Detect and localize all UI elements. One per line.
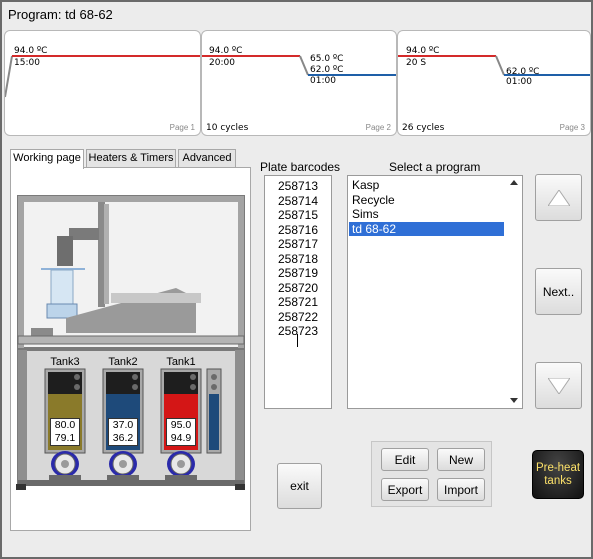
- tank-1-actual: 94.9: [170, 431, 192, 444]
- tank-2-readout: 37.0 36.2: [108, 418, 138, 446]
- profile-stage-2[interactable]: 94.0 ºC 20:00 65.0 ºC 62.0 ºC 01:00 10 c…: [201, 30, 397, 136]
- barcode-item[interactable]: 258719: [265, 266, 331, 281]
- barcode-item[interactable]: 258721: [265, 295, 331, 310]
- barcode-item[interactable]: 258718: [265, 252, 331, 267]
- edit-button[interactable]: Edit: [381, 448, 429, 471]
- tank-2-label: Tank2: [108, 356, 138, 368]
- export-button[interactable]: Export: [381, 478, 429, 501]
- tank-3-actual: 79.1: [54, 431, 76, 444]
- stage-1-page: Page 1: [169, 123, 195, 132]
- barcode-item[interactable]: 258723: [265, 324, 331, 339]
- preheat-tanks-button[interactable]: Pre-heat tanks: [532, 450, 584, 499]
- program-list-scrollbar[interactable]: [507, 177, 521, 407]
- arrow-down-icon: [547, 377, 570, 394]
- tank-2-actual: 36.2: [112, 431, 134, 444]
- tank-3-setpoint: 80.0: [54, 419, 76, 431]
- barcode-item[interactable]: 258717: [265, 237, 331, 252]
- new-button[interactable]: New: [437, 448, 485, 471]
- stage-3-time-denature: 20 S: [406, 58, 427, 68]
- program-item[interactable]: Kasp: [349, 178, 504, 193]
- tank-1-label: Tank1: [166, 356, 196, 368]
- preheat-label-line1: Pre-heat: [535, 461, 581, 474]
- stage-3-cycles: 26 cycles: [402, 123, 445, 133]
- stage-2-time-anneal: 01:00: [310, 76, 336, 86]
- working-page-panel: Tank3 Tank2 Tank1 80.0 79.1 37.0 36.2 95…: [10, 167, 251, 531]
- tab-working-page[interactable]: Working page: [10, 149, 84, 169]
- profile-stage-1[interactable]: 94.0 ºC 15:00 Page 1: [4, 30, 201, 136]
- scroll-down-icon[interactable]: [510, 398, 518, 403]
- barcodes-label: Plate barcodes: [260, 160, 341, 174]
- barcode-item[interactable]: 258715: [265, 208, 331, 223]
- stage-3-page: Page 3: [559, 123, 585, 132]
- tank-3-label: Tank3: [50, 356, 80, 368]
- program-item[interactable]: td 68-62: [349, 221, 504, 236]
- stage-1-temp: 94.0 ºC: [14, 46, 48, 56]
- stage-1-time: 15:00: [14, 58, 40, 68]
- barcodes-list[interactable]: 258713 258714 258715 258716 258717 258718 2587…: [264, 175, 332, 409]
- arrow-up-icon: [547, 189, 570, 206]
- program-item[interactable]: Sims: [349, 207, 504, 222]
- stage-3-temp-denature: 94.0 ºC: [406, 46, 440, 56]
- move-down-button[interactable]: [535, 362, 582, 409]
- tank-3-readout: 80.0 79.1: [50, 418, 80, 446]
- barcode-item[interactable]: 258714: [265, 194, 331, 209]
- stage-2-temp-end: 62.0 ºC: [310, 65, 344, 75]
- tab-advanced[interactable]: Advanced: [178, 149, 236, 168]
- next-button[interactable]: Next..: [535, 268, 582, 315]
- import-button[interactable]: Import: [437, 478, 485, 501]
- tank-1-setpoint: 95.0: [170, 419, 192, 431]
- tank-2-setpoint: 37.0: [112, 419, 134, 431]
- stage-2-time-denature: 20:00: [209, 58, 235, 68]
- scroll-up-icon[interactable]: [510, 180, 518, 185]
- barcode-item[interactable]: 258713: [265, 179, 331, 194]
- barcode-item[interactable]: 258716: [265, 223, 331, 238]
- stage-3-temp-anneal: 62.0 ºC: [506, 67, 540, 77]
- text-cursor: [297, 334, 298, 347]
- tab-heaters-timers[interactable]: Heaters & Timers: [86, 149, 176, 168]
- stage-2-cycles: 10 cycles: [206, 123, 249, 133]
- tank-1-readout: 95.0 94.9: [166, 418, 196, 446]
- programs-label: Select a program: [389, 160, 481, 174]
- move-up-button[interactable]: [535, 174, 582, 221]
- exit-button[interactable]: exit: [277, 463, 322, 509]
- machine-diagram: [16, 195, 245, 490]
- profile-stage-3[interactable]: 94.0 ºC 20 S 62.0 ºC 01:00 26 cycles Pag…: [397, 30, 591, 136]
- program-list[interactable]: Kasp Recycle Sims td 68-62: [347, 175, 523, 409]
- stage-3-time-anneal: 01:00: [506, 77, 532, 87]
- program-item[interactable]: Recycle: [349, 193, 504, 208]
- thermal-profile: 94.0 ºC 15:00 Page 1 94.0 ºC 20:00 65.0 …: [4, 30, 591, 136]
- stage-2-temp-denature: 94.0 ºC: [209, 46, 243, 56]
- stage-2-page: Page 2: [365, 123, 391, 132]
- barcode-item[interactable]: 258722: [265, 310, 331, 325]
- barcode-item[interactable]: 258720: [265, 281, 331, 296]
- window-title: Program: td 68-62: [8, 7, 113, 22]
- preheat-label-line2: tanks: [544, 474, 572, 487]
- stage-2-temp-start: 65.0 ºC: [310, 54, 344, 64]
